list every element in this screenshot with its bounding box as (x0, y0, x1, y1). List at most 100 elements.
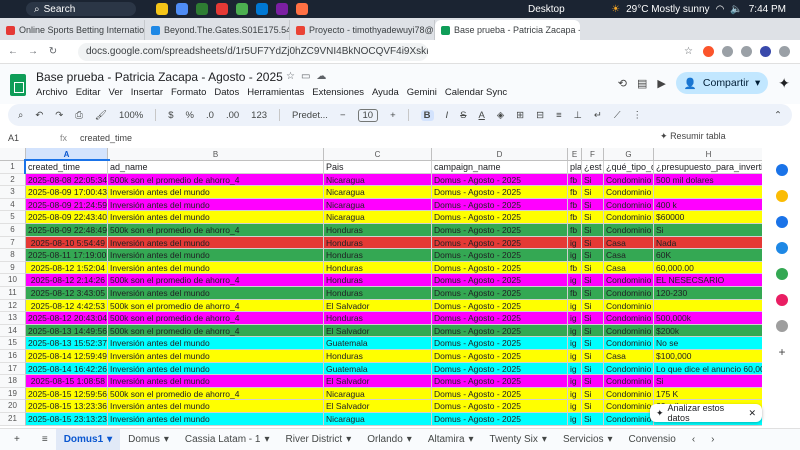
sheet-tab[interactable]: Altamira ▾ (420, 429, 482, 450)
move-folder-icon[interactable]: ▭ (301, 71, 310, 82)
cell[interactable]: Domus - Agosto - 2025 (432, 249, 568, 262)
cell[interactable]: Condominio (604, 173, 654, 187)
meet-icon[interactable]: ▶ (657, 77, 665, 90)
cell[interactable]: 500k son el promedio de ahorro_4 (108, 387, 324, 401)
cell[interactable]: Condominio (604, 312, 654, 325)
store-icon[interactable] (256, 3, 268, 15)
browser-tab[interactable]: Beyond.The.Gates.S01E175.540p.X26 (145, 20, 290, 40)
sheet-tab[interactable]: Twenty Six ▾ (482, 429, 555, 450)
chevron-down-icon[interactable]: ▾ (608, 434, 613, 445)
browser-tab[interactable]: Base prueba - Patricia Zacapa - A (435, 20, 580, 40)
cell[interactable]: Domus - Agosto - 2025 (432, 312, 568, 325)
bold-button[interactable]: B (420, 109, 434, 121)
brave-shield-icon[interactable] (703, 46, 714, 57)
add-sheet-icon[interactable]: + (0, 429, 34, 450)
spreadsheet-grid[interactable]: A B C D E F G H 1 created_time ad_name Pais campaign… (0, 148, 762, 428)
add-icon[interactable]: + (776, 346, 788, 358)
cell[interactable]: Domus - Agosto - 2025 (432, 287, 568, 300)
chevron-down-icon[interactable]: ▾ (164, 434, 169, 445)
cell[interactable]: Guatemala (324, 362, 432, 376)
cell[interactable]: ig (568, 324, 582, 338)
cell[interactable]: Condominio (604, 299, 654, 313)
cell[interactable]: Condominio (604, 224, 654, 237)
cell[interactable]: $200k (654, 324, 762, 338)
all-sheets-icon[interactable]: ≡ (34, 429, 56, 450)
addon-icon[interactable] (776, 294, 788, 306)
row-number[interactable]: 16 (0, 350, 26, 363)
wrap-icon[interactable]: ↵ (594, 110, 602, 121)
cell[interactable]: Inversión antes del mundo (108, 350, 324, 363)
cell[interactable]: $60000 (654, 211, 762, 224)
cell[interactable]: 500k son el promedio de ahorro_4 (108, 224, 324, 237)
cell[interactable]: El Salvador (324, 324, 432, 338)
menu-item[interactable]: Extensiones (312, 87, 364, 98)
cell[interactable]: 2025-08-12 20:43:04 (26, 312, 108, 325)
row-number[interactable]: 21 (0, 413, 26, 426)
addon-icon-2[interactable] (776, 320, 788, 332)
cell[interactable]: fb (568, 198, 582, 212)
menu-item[interactable]: Ver (109, 87, 123, 98)
cell[interactable]: 500k son el promedio de ahorro_4 (108, 274, 324, 287)
menu-item[interactable]: Editar (76, 87, 101, 98)
cell[interactable]: Pais (324, 161, 432, 174)
cell[interactable]: 500k son el promedio de ahorro_4 (108, 324, 324, 338)
print-icon[interactable]: ⎙ (75, 110, 83, 121)
cell[interactable]: Domus - Agosto - 2025 (432, 413, 568, 426)
browser-tab[interactable]: Online Sports Betting International & (0, 20, 145, 40)
row-number[interactable]: 9 (0, 261, 26, 275)
cell[interactable] (654, 186, 762, 199)
cell[interactable]: Si (582, 350, 604, 363)
cell[interactable]: Si (582, 362, 604, 376)
row-number[interactable]: 7 (0, 236, 26, 250)
cell[interactable]: Honduras (324, 350, 432, 363)
cell[interactable]: Domus - Agosto - 2025 (432, 261, 568, 275)
cell[interactable]: Condominio (604, 400, 654, 413)
file-explorer-icon[interactable] (176, 3, 188, 15)
percent-format-button[interactable]: % (186, 110, 194, 121)
chrome-icon[interactable] (236, 3, 248, 15)
cell[interactable]: Domus - Agosto - 2025 (432, 375, 568, 388)
cell[interactable]: 2025-08-14 12:59:49 (26, 350, 108, 363)
cell[interactable]: ¿est (582, 161, 604, 174)
row-number[interactable]: 18 (0, 375, 26, 388)
cell[interactable]: Domus - Agosto - 2025 (432, 274, 568, 287)
cell[interactable]: Condominio (604, 413, 654, 426)
menu-item[interactable]: Herramientas (247, 87, 304, 98)
scroll-right-icon[interactable]: › (703, 429, 722, 450)
cell[interactable]: ig (568, 236, 582, 250)
cell[interactable]: ig (568, 375, 582, 388)
menu-item[interactable]: Formato (171, 87, 206, 98)
chevron-down-icon[interactable]: ▾ (264, 434, 269, 445)
menu-item[interactable]: Datos (214, 87, 239, 98)
sheets-logo-icon[interactable] (10, 74, 26, 96)
cell[interactable]: El Salvador (324, 299, 432, 313)
cell[interactable]: Nicaragua (324, 387, 432, 401)
cell[interactable]: 2025-08-13 15:52:37 (26, 337, 108, 350)
cell[interactable]: Si (582, 312, 604, 325)
cell[interactable]: 2025-08-15 23:13:23 (26, 413, 108, 426)
chevron-down-icon[interactable]: ▾ (469, 434, 474, 445)
comments-icon[interactable]: ▤ (637, 77, 647, 90)
wifi-icon[interactable]: ◠ (716, 4, 725, 15)
cell[interactable]: 2025-08-12 1:52:04 (26, 261, 108, 275)
cell[interactable]: 175 K (654, 387, 762, 401)
row-number[interactable]: 2 (0, 173, 26, 187)
cell[interactable]: Si (582, 198, 604, 212)
sheet-tab[interactable]: River District ▾ (278, 429, 360, 450)
row-number[interactable]: 12 (0, 299, 26, 313)
cell[interactable]: fb (568, 173, 582, 187)
calendar-icon[interactable] (776, 164, 788, 176)
menu-item[interactable]: Ayuda (372, 87, 399, 98)
row-number[interactable]: 10 (0, 274, 26, 287)
sheet-tab[interactable]: Servicios ▾ (555, 429, 621, 450)
cell[interactable]: Nicaragua (324, 173, 432, 187)
cell[interactable]: Si (582, 287, 604, 300)
cell[interactable]: EL NESECSARIO (654, 274, 762, 287)
cell[interactable]: Inversión antes del mundo (108, 400, 324, 413)
row-number[interactable]: 8 (0, 249, 26, 262)
cell[interactable]: ig (568, 350, 582, 363)
analyze-data-chip[interactable]: ✦ Analizar estos datos ✕ (650, 403, 762, 423)
sheet-tab[interactable]: Orlando ▾ (359, 429, 420, 450)
cell[interactable]: ig (568, 387, 582, 401)
search-menus-icon[interactable]: ⌕ (18, 110, 23, 121)
